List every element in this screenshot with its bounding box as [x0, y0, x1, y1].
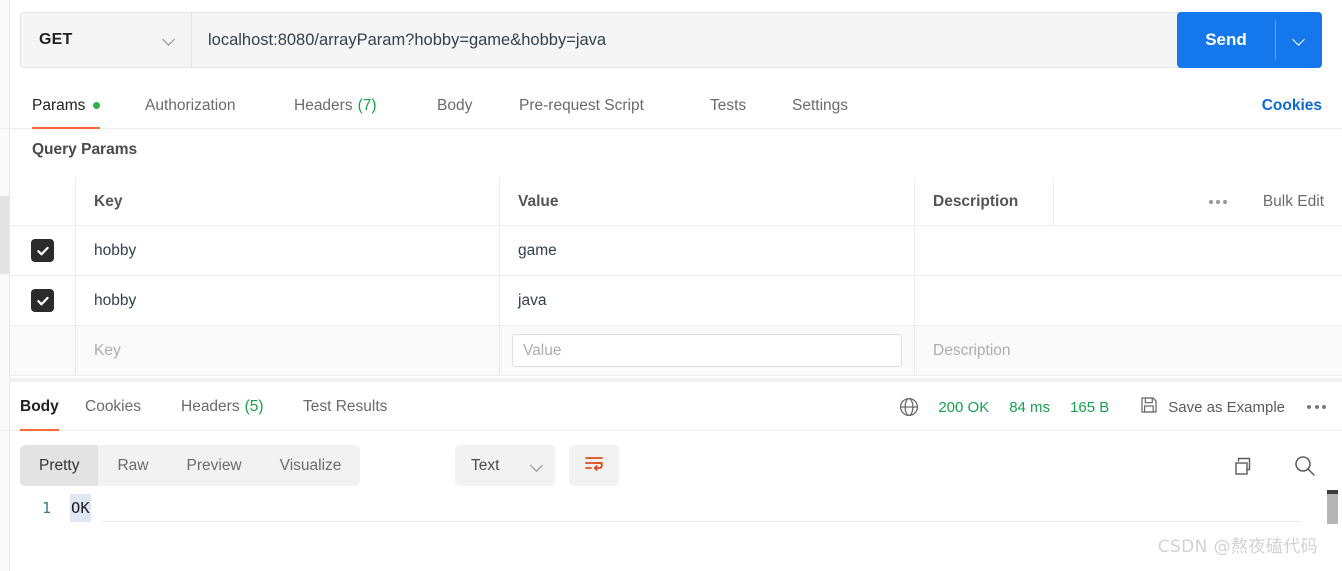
save-as-example-button[interactable]: Save as Example — [1139, 395, 1285, 419]
response-tab-headers[interactable]: Headers (5) — [181, 383, 264, 431]
table-row-new: Key Value Description — [10, 326, 1342, 376]
response-type-selector[interactable]: Text — [455, 445, 555, 486]
response-tab-test-results-label: Test Results — [303, 398, 388, 415]
save-as-example-label: Save as Example — [1168, 398, 1285, 416]
row-checkbox[interactable] — [31, 239, 54, 262]
copy-icon[interactable] — [1231, 454, 1255, 478]
new-row-value-input[interactable]: Value — [512, 334, 902, 367]
response-tabs: Body Cookies Headers (5) Test Results 20… — [0, 383, 1342, 431]
tab-headers-count: (7) — [357, 96, 377, 114]
response-more-options-icon[interactable] — [1307, 405, 1326, 409]
tab-params-label: Params — [32, 96, 86, 114]
query-params-table: Key Value Description Bulk Edit hobby ga… — [10, 179, 1342, 376]
tab-params[interactable]: Params — [32, 82, 101, 129]
tab-authorization[interactable]: Authorization — [145, 82, 235, 129]
chevron-down-icon — [163, 34, 175, 46]
response-body-editor[interactable]: 1 OK — [10, 494, 1325, 571]
response-tab-headers-label: Headers — [181, 398, 240, 415]
column-header-key: Key — [94, 193, 123, 210]
chevron-down-icon — [1293, 34, 1305, 46]
bulk-edit-button[interactable]: Bulk Edit — [1263, 193, 1324, 211]
tab-pre-request-script-label: Pre-request Script — [519, 96, 644, 114]
format-pretty-button[interactable]: Pretty — [20, 445, 99, 486]
new-row-value-placeholder: Value — [523, 341, 562, 359]
url-bar: GET localhost:8080/arrayParam?hobby=game… — [20, 12, 1322, 68]
row-description[interactable] — [915, 226, 1342, 275]
tab-settings[interactable]: Settings — [792, 82, 848, 129]
code-line-underline — [102, 521, 1302, 522]
word-wrap-button[interactable] — [569, 445, 619, 486]
code-line: 1 OK — [10, 494, 1325, 522]
response-tab-cookies[interactable]: Cookies — [85, 383, 141, 431]
response-body-scrollbar-thumb[interactable] — [1327, 494, 1338, 524]
format-raw-button[interactable]: Raw — [98, 445, 167, 486]
ellipsis-icon[interactable] — [1209, 200, 1227, 204]
header-checkbox-cell — [10, 179, 76, 225]
row-checkbox[interactable] — [31, 289, 54, 312]
column-header-description: Description — [933, 193, 1019, 210]
watermark: CSDN @熬夜磕代码 — [1157, 537, 1318, 557]
new-row-key-input[interactable]: Key — [94, 342, 121, 360]
tab-headers-label: Headers — [294, 96, 353, 114]
response-body-actions — [1231, 445, 1318, 486]
table-header-row: Key Value Description Bulk Edit — [10, 179, 1342, 226]
row-key[interactable]: hobby — [94, 292, 136, 310]
cookies-link[interactable]: Cookies — [1262, 82, 1322, 129]
response-status-bar: 200 OK 84 ms 165 B Save as Example — [898, 383, 1326, 431]
left-gutter-scroll-thumb[interactable] — [0, 196, 9, 274]
globe-icon[interactable] — [898, 396, 920, 418]
floppy-disk-icon — [1139, 395, 1159, 419]
tab-tests[interactable]: Tests — [710, 82, 746, 129]
response-format-group: Pretty Raw Preview Visualize — [20, 445, 361, 486]
response-tab-test-results[interactable]: Test Results — [303, 383, 387, 431]
response-tab-headers-count: (5) — [244, 398, 264, 415]
params-modified-dot-icon — [93, 102, 101, 109]
send-options-button[interactable] — [1276, 12, 1322, 68]
row-description[interactable] — [915, 276, 1342, 325]
tab-pre-request-script[interactable]: Pre-request Script — [519, 82, 644, 129]
postman-request-response-pane: GET localhost:8080/arrayParam?hobby=game… — [0, 0, 1342, 571]
tab-body[interactable]: Body — [437, 82, 472, 129]
line-number: 1 — [41, 499, 51, 517]
response-tab-body-label: Body — [20, 398, 59, 415]
line-content[interactable]: OK — [70, 494, 91, 522]
response-divider[interactable] — [10, 378, 1342, 382]
tab-authorization-label: Authorization — [145, 96, 236, 114]
word-wrap-icon — [583, 453, 605, 478]
send-button[interactable]: Send — [1177, 12, 1275, 68]
query-params-title: Query Params — [32, 141, 138, 158]
response-tab-body[interactable]: Body — [20, 383, 59, 431]
search-icon[interactable] — [1292, 453, 1318, 479]
row-value[interactable]: game — [518, 242, 557, 260]
row-key[interactable]: hobby — [94, 242, 136, 260]
format-visualize-button[interactable]: Visualize — [261, 445, 361, 486]
table-row: hobby java — [10, 276, 1342, 326]
table-header-actions: Bulk Edit — [1054, 179, 1342, 225]
response-tab-cookies-label: Cookies — [85, 398, 141, 415]
http-method-label: GET — [39, 31, 73, 48]
response-type-label: Text — [471, 456, 500, 474]
column-header-value: Value — [518, 193, 559, 210]
tab-settings-label: Settings — [792, 96, 849, 114]
send-button-group: Send — [1177, 12, 1322, 68]
tab-tests-label: Tests — [710, 96, 747, 114]
response-time: 84 ms — [1009, 398, 1051, 416]
response-size: 165 B — [1070, 398, 1110, 416]
row-value[interactable]: java — [518, 292, 546, 310]
tab-body-label: Body — [437, 96, 473, 114]
request-tabs: Params Authorization Headers (7) Body Pr… — [0, 82, 1342, 129]
tab-headers[interactable]: Headers (7) — [294, 82, 377, 129]
chevron-down-icon — [531, 460, 543, 472]
new-row-description-input[interactable]: Description — [933, 342, 1011, 360]
status-code: 200 OK — [938, 398, 990, 416]
table-row: hobby game — [10, 226, 1342, 276]
http-method-selector[interactable]: GET — [20, 12, 192, 68]
format-preview-button[interactable]: Preview — [168, 445, 261, 486]
new-row-checkbox-cell — [10, 326, 76, 375]
url-input[interactable]: localhost:8080/arrayParam?hobby=game&hob… — [192, 12, 1322, 68]
